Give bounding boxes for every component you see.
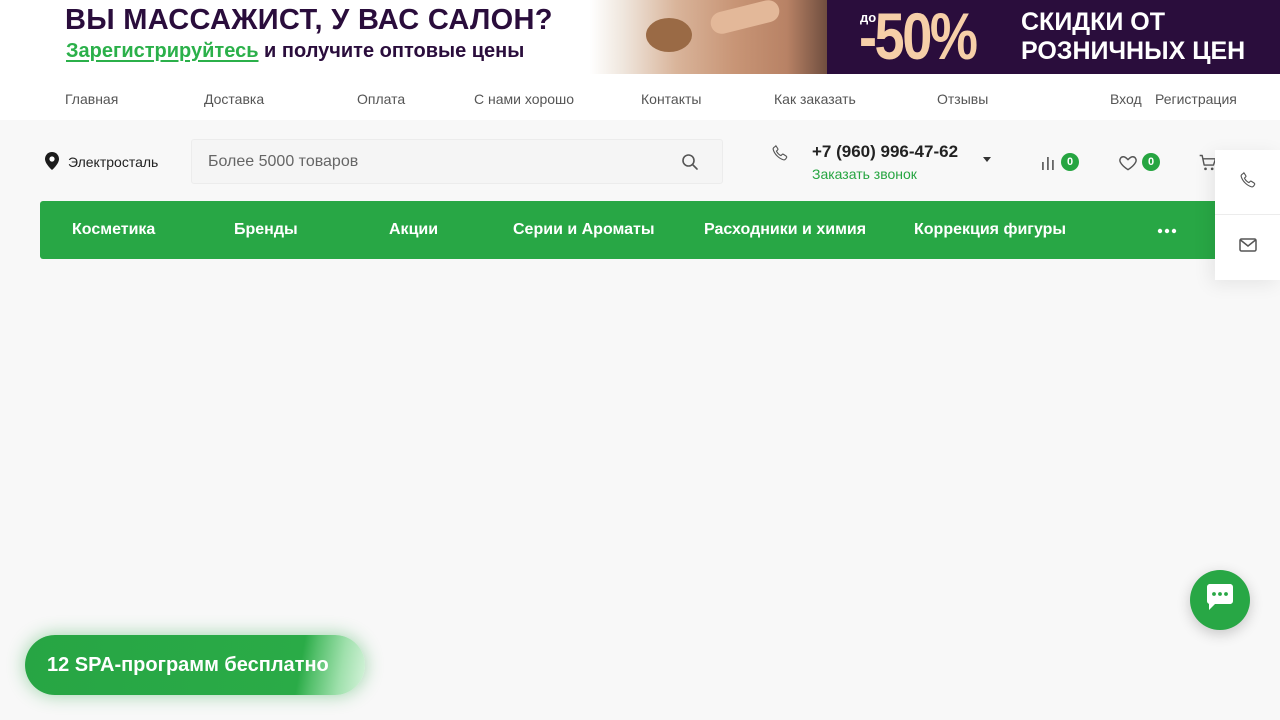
nav-link-reviews[interactable]: Отзывы — [937, 91, 988, 107]
category-consumables[interactable]: Расходники и химия — [704, 221, 866, 239]
favorites-count-badge: 0 — [1142, 153, 1160, 171]
compare-icon[interactable] — [1038, 153, 1058, 173]
category-brands[interactable]: Бренды — [234, 221, 298, 239]
chevron-down-icon[interactable] — [983, 150, 991, 162]
nav-link-contacts[interactable]: Контакты — [641, 91, 701, 107]
category-menu: Косметика Бренды Акции Серии и Ароматы Р… — [40, 201, 1220, 259]
promo-banner-image[interactable]: ВЫ МАССАЖИСТ, У ВАС САЛОН? Зарегистрируй… — [62, 0, 1280, 74]
nav-link-about[interactable]: С нами хорошо — [474, 91, 574, 107]
banner-text-area: ВЫ МАССАЖИСТ, У ВАС САЛОН? Зарегистрируй… — [62, 0, 602, 74]
chat-button[interactable] — [1190, 570, 1250, 630]
nav-link-how-to-order[interactable]: Как заказать — [774, 91, 856, 107]
city-selector[interactable]: Электросталь — [44, 151, 159, 173]
location-pin-icon — [44, 151, 60, 173]
banner-discount-line1: СКИДКИ ОТ — [1021, 8, 1165, 36]
phone-number[interactable]: +7 (960) 996-47-62 — [812, 142, 958, 162]
mail-icon — [1238, 237, 1257, 257]
login-link[interactable]: Вход — [1110, 91, 1142, 107]
side-email-button[interactable] — [1215, 215, 1280, 279]
phone-icon — [771, 144, 789, 162]
banner-discount-value: -50% — [859, 0, 978, 73]
side-phone-button[interactable] — [1215, 150, 1280, 214]
city-name: Электросталь — [68, 154, 159, 170]
search-icon[interactable] — [681, 153, 699, 171]
banner-subtitle-rest: и получите оптовые цены — [258, 40, 525, 62]
chat-icon — [1204, 583, 1236, 618]
category-promotions[interactable]: Акции — [389, 221, 438, 239]
nav-link-payment[interactable]: Оплата — [357, 91, 405, 107]
spa-programs-label: 12 SPA-программ бесплатно — [47, 654, 329, 676]
spa-programs-button[interactable]: 12 SPA-программ бесплатно — [25, 635, 365, 695]
photo-hand — [708, 0, 782, 37]
banner-discount-area: до -50% СКИДКИ ОТ РОЗНИЧНЫХ ЦЕН — [827, 0, 1280, 74]
side-contact-panel — [1215, 150, 1280, 280]
compare-count-badge: 0 — [1061, 153, 1079, 171]
register-link[interactable]: Регистрация — [1155, 91, 1237, 107]
heart-icon[interactable] — [1118, 153, 1138, 173]
category-series-aromas[interactable]: Серии и Ароматы — [513, 221, 655, 239]
category-cosmetics[interactable]: Косметика — [72, 221, 155, 239]
banner-discount-line2: РОЗНИЧНЫХ ЦЕН — [1021, 37, 1246, 65]
nav-link-home[interactable]: Главная — [65, 91, 118, 107]
promo-banner[interactable]: ВЫ МАССАЖИСТ, У ВАС САЛОН? Зарегистрируй… — [0, 0, 1280, 78]
banner-discount-text: СКИДКИ ОТ РОЗНИЧНЫХ ЦЕН — [1021, 8, 1245, 66]
banner-subtitle: Зарегистрируйтесь и получите оптовые цен… — [66, 40, 524, 63]
more-icon[interactable] — [1156, 223, 1178, 237]
phone-icon — [1239, 171, 1257, 194]
search-input[interactable] — [192, 140, 672, 183]
banner-register-link[interactable]: Зарегистрируйтесь — [66, 40, 259, 62]
nav-link-delivery[interactable]: Доставка — [204, 91, 264, 107]
photo-hair — [646, 18, 692, 52]
search-box — [191, 139, 723, 184]
banner-title: ВЫ МАССАЖИСТ, У ВАС САЛОН? — [65, 4, 553, 36]
callback-link[interactable]: Заказать звонок — [812, 166, 917, 182]
category-body-correction[interactable]: Коррекция фигуры — [914, 221, 1066, 239]
top-nav: Главная Доставка Оплата С нами хорошо Ко… — [0, 78, 1280, 120]
massage-photo — [590, 0, 830, 74]
